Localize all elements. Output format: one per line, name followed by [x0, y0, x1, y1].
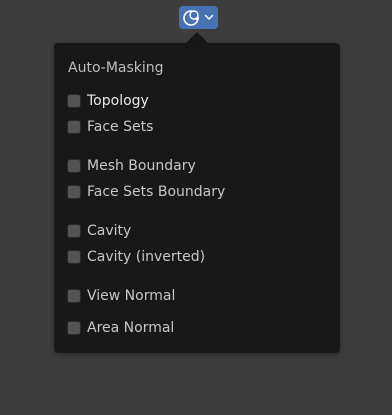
popover-title: Auto-Masking: [68, 60, 164, 76]
cavity-checkbox[interactable]: [67, 224, 81, 238]
popover-pointer: [186, 32, 208, 43]
option-label: Cavity: [87, 223, 132, 239]
auto-masking-icon: [183, 10, 199, 26]
face-sets-boundary-checkbox[interactable]: [67, 185, 81, 199]
option-face-sets[interactable]: Face Sets: [67, 117, 153, 137]
option-label: Area Normal: [87, 320, 175, 336]
option-label: Cavity (inverted): [87, 249, 206, 265]
option-label: Topology: [87, 93, 149, 109]
area-normal-checkbox[interactable]: [67, 321, 81, 335]
auto-masking-popover: Auto-Masking Topology Face Sets Mesh Bou…: [54, 43, 340, 353]
option-cavity[interactable]: Cavity: [67, 221, 131, 241]
option-label: Mesh Boundary: [87, 158, 196, 174]
auto-masking-dropdown-button[interactable]: [179, 6, 218, 29]
face-sets-checkbox[interactable]: [67, 120, 81, 134]
viewport: Auto-Masking Topology Face Sets Mesh Bou…: [0, 0, 392, 415]
option-cavity-inverted[interactable]: Cavity (inverted): [67, 247, 205, 267]
option-label: Face Sets Boundary: [87, 184, 226, 200]
option-area-normal[interactable]: Area Normal: [67, 318, 174, 338]
mesh-boundary-checkbox[interactable]: [67, 159, 81, 173]
cavity-inverted-checkbox[interactable]: [67, 250, 81, 264]
chevron-down-icon: [204, 14, 214, 20]
option-label: View Normal: [87, 288, 176, 304]
option-mesh-boundary[interactable]: Mesh Boundary: [67, 156, 196, 176]
option-face-sets-boundary[interactable]: Face Sets Boundary: [67, 182, 225, 202]
option-label: Face Sets: [87, 119, 154, 135]
topology-checkbox[interactable]: [67, 94, 81, 108]
option-topology[interactable]: Topology: [67, 91, 149, 111]
option-view-normal[interactable]: View Normal: [67, 286, 175, 306]
view-normal-checkbox[interactable]: [67, 289, 81, 303]
